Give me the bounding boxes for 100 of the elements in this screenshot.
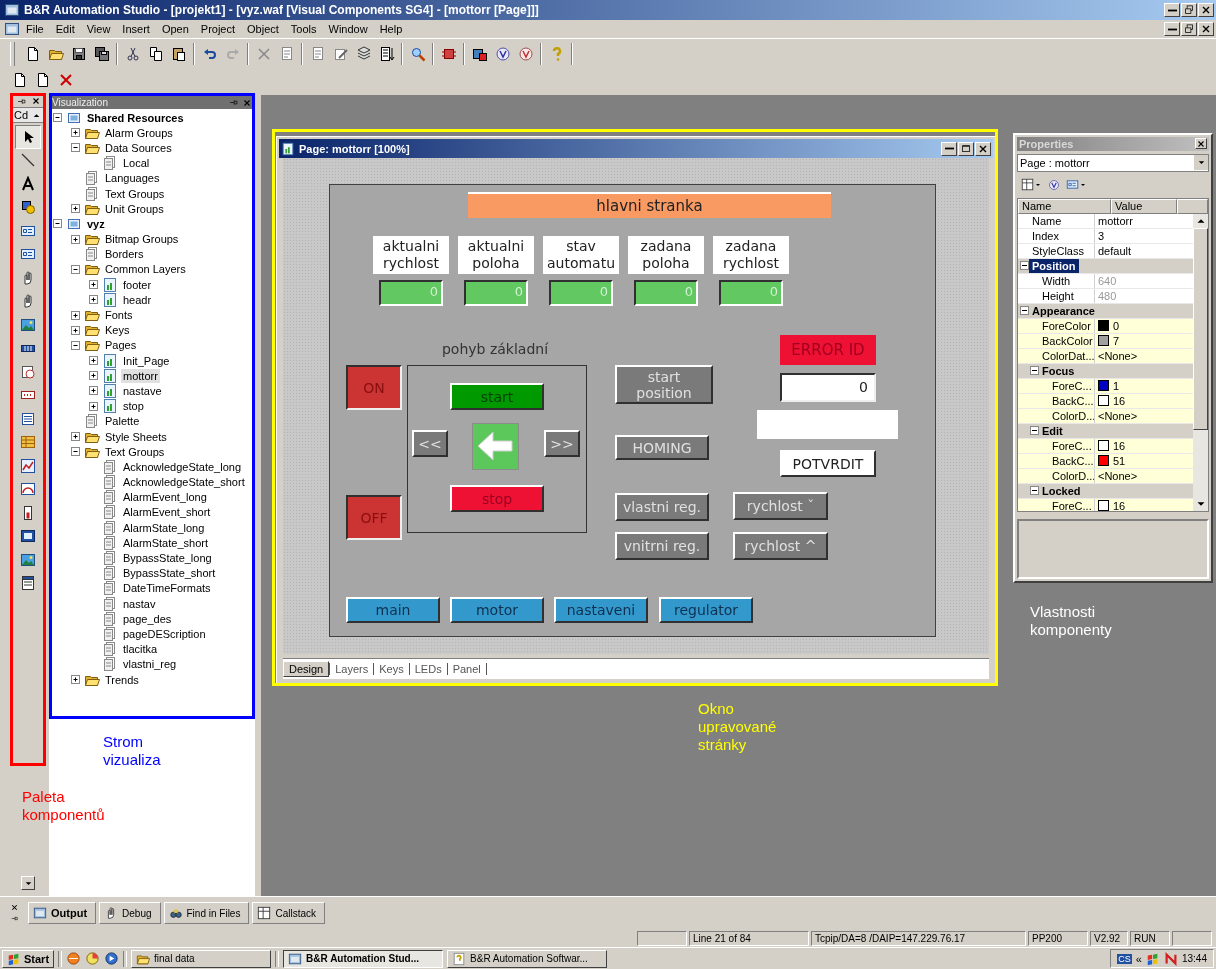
menu-item[interactable]: Window bbox=[322, 22, 374, 36]
nav-button[interactable]: regulator bbox=[659, 597, 753, 623]
output-tab[interactable]: Callstack bbox=[252, 902, 325, 924]
nav-button[interactable]: main bbox=[346, 597, 440, 623]
tree-item[interactable]: Palette bbox=[103, 414, 142, 429]
property-name[interactable]: BackC... bbox=[1018, 453, 1094, 468]
tree-item[interactable]: stop bbox=[121, 399, 146, 414]
media-icon[interactable] bbox=[104, 951, 120, 966]
tree-item[interactable]: Text Groups bbox=[103, 186, 167, 201]
tree-item[interactable]: AlarmEvent_long bbox=[121, 490, 209, 505]
menu-item[interactable]: Project bbox=[194, 22, 242, 36]
tree-item[interactable]: Shared Resources bbox=[85, 110, 186, 125]
taskbar-button[interactable]: B&R Automation Softwar... bbox=[447, 949, 608, 968]
maximize-button[interactable] bbox=[958, 141, 974, 156]
tree-item[interactable]: pageDEScription bbox=[121, 626, 208, 641]
property-value[interactable]: 16 bbox=[1094, 498, 1193, 511]
menu-item[interactable]: Object bbox=[241, 22, 285, 36]
tree-item[interactable]: BypassState_short bbox=[121, 566, 218, 581]
tree-item[interactable]: Keys bbox=[103, 323, 132, 338]
view-tab[interactable]: Panel bbox=[447, 662, 486, 676]
property-name[interactable]: ColorD... bbox=[1018, 408, 1094, 423]
tree-item[interactable]: Languages bbox=[103, 171, 162, 186]
tree-item[interactable]: Init_Page bbox=[121, 353, 172, 368]
tree-item[interactable]: AcknowledgeState_long bbox=[121, 459, 244, 474]
start-button[interactable]: Start bbox=[2, 949, 55, 968]
language-indicator[interactable]: CS bbox=[1117, 953, 1132, 964]
tray-icon[interactable] bbox=[1163, 951, 1178, 966]
tree-item[interactable]: vyz bbox=[85, 216, 107, 231]
tree-item[interactable]: Borders bbox=[103, 247, 146, 262]
property-name[interactable]: BackC... bbox=[1018, 393, 1094, 408]
pointer-tool[interactable] bbox=[15, 125, 41, 149]
property-name[interactable]: Name bbox=[1018, 213, 1094, 228]
property-name[interactable]: ForeColor bbox=[1018, 318, 1094, 333]
menu-item[interactable]: Edit bbox=[49, 22, 81, 36]
category-button[interactable] bbox=[1021, 178, 1042, 192]
tree-item[interactable]: AlarmEvent_short bbox=[121, 505, 213, 520]
tree-item[interactable]: Pages bbox=[103, 338, 139, 353]
tree-item[interactable]: Text Groups bbox=[103, 444, 167, 459]
collapse-toggle[interactable] bbox=[1020, 306, 1029, 316]
property-name[interactable]: ForeC... bbox=[1018, 498, 1094, 511]
column-header[interactable]: Value bbox=[1111, 198, 1177, 214]
menu-item[interactable]: View bbox=[80, 22, 117, 36]
tree-item[interactable]: footer bbox=[121, 277, 154, 292]
nav-button[interactable]: nastaveni bbox=[554, 597, 648, 623]
output-tab[interactable]: Debug bbox=[99, 902, 161, 924]
expand-button[interactable] bbox=[1066, 178, 1087, 192]
tree-item[interactable]: page_des bbox=[121, 611, 174, 626]
tree-item[interactable]: vlastni_reg bbox=[121, 657, 179, 672]
scroll-bar[interactable] bbox=[1193, 213, 1208, 511]
tree-item[interactable]: DateTimeFormats bbox=[121, 581, 213, 596]
view-tab[interactable]: LEDs bbox=[409, 662, 447, 676]
tree-item[interactable]: AcknowledgeState_short bbox=[121, 475, 247, 490]
tree-item[interactable]: tlacitka bbox=[121, 642, 160, 657]
nav-button[interactable]: motor bbox=[450, 597, 544, 623]
restore-button[interactable] bbox=[1181, 22, 1197, 36]
restore-button[interactable] bbox=[1181, 3, 1197, 17]
tree-item[interactable]: Bitmap Groups bbox=[103, 232, 181, 247]
arrow-left-icon[interactable] bbox=[472, 423, 519, 470]
close-button[interactable] bbox=[1195, 138, 1207, 150]
object-dropdown[interactable]: Page : mottorr bbox=[1017, 153, 1209, 173]
tray-icon[interactable] bbox=[1145, 951, 1160, 966]
tree-item[interactable]: headr bbox=[121, 292, 154, 307]
menu-item[interactable]: Tools bbox=[284, 22, 323, 36]
tree-item[interactable]: Trends bbox=[103, 672, 141, 687]
menu-item[interactable]: Insert bbox=[116, 22, 156, 36]
collapse-toggle[interactable] bbox=[1030, 426, 1039, 436]
view-tab[interactable]: Keys bbox=[374, 662, 409, 676]
property-name[interactable]: ForeC... bbox=[1018, 438, 1094, 453]
confirm-button[interactable]: POTVRDIT bbox=[780, 450, 876, 477]
close-button[interactable] bbox=[1198, 3, 1214, 17]
pin-icon[interactable] bbox=[228, 97, 239, 108]
close-button[interactable] bbox=[975, 141, 991, 156]
property-name[interactable]: BackColor bbox=[1018, 333, 1094, 348]
view-tab[interactable]: Design bbox=[283, 661, 330, 677]
tree-item[interactable]: Unit Groups bbox=[103, 201, 166, 216]
menu-item[interactable]: Open bbox=[155, 22, 195, 36]
output-tab[interactable]: Find in Files bbox=[163, 902, 250, 924]
view-tab[interactable]: Layers bbox=[330, 662, 374, 676]
tree-item[interactable]: AlarmState_short bbox=[121, 535, 210, 550]
taskbar-button[interactable]: B&R Automation Stud... bbox=[283, 949, 444, 968]
chart-icon[interactable] bbox=[85, 951, 101, 966]
minimize-button[interactable] bbox=[1164, 22, 1180, 36]
tree-item[interactable]: nastav bbox=[121, 596, 158, 611]
tree-item[interactable]: Local bbox=[121, 156, 152, 171]
tree-item[interactable]: Fonts bbox=[103, 308, 135, 323]
close-icon[interactable] bbox=[30, 96, 41, 106]
output-tab[interactable]: Output bbox=[28, 902, 97, 924]
property-name[interactable]: ColorD... bbox=[1018, 468, 1094, 483]
tree-item[interactable]: BypassState_long bbox=[121, 551, 214, 566]
pin-icon[interactable] bbox=[10, 914, 19, 923]
collapse-toggle[interactable] bbox=[1030, 486, 1039, 496]
collapse-toggle[interactable] bbox=[1020, 261, 1029, 271]
property-name[interactable]: StyleClass bbox=[1018, 243, 1094, 258]
minimize-button[interactable] bbox=[1164, 3, 1180, 17]
property-name[interactable]: Edit bbox=[1039, 423, 1067, 438]
palette-dropdown[interactable]: Cd bbox=[12, 107, 44, 123]
collapse-toggle[interactable] bbox=[1030, 366, 1039, 376]
scroll-down-button[interactable] bbox=[21, 876, 35, 890]
menu-item[interactable]: Help bbox=[373, 22, 409, 36]
tree-item[interactable]: AlarmState_long bbox=[121, 520, 207, 535]
